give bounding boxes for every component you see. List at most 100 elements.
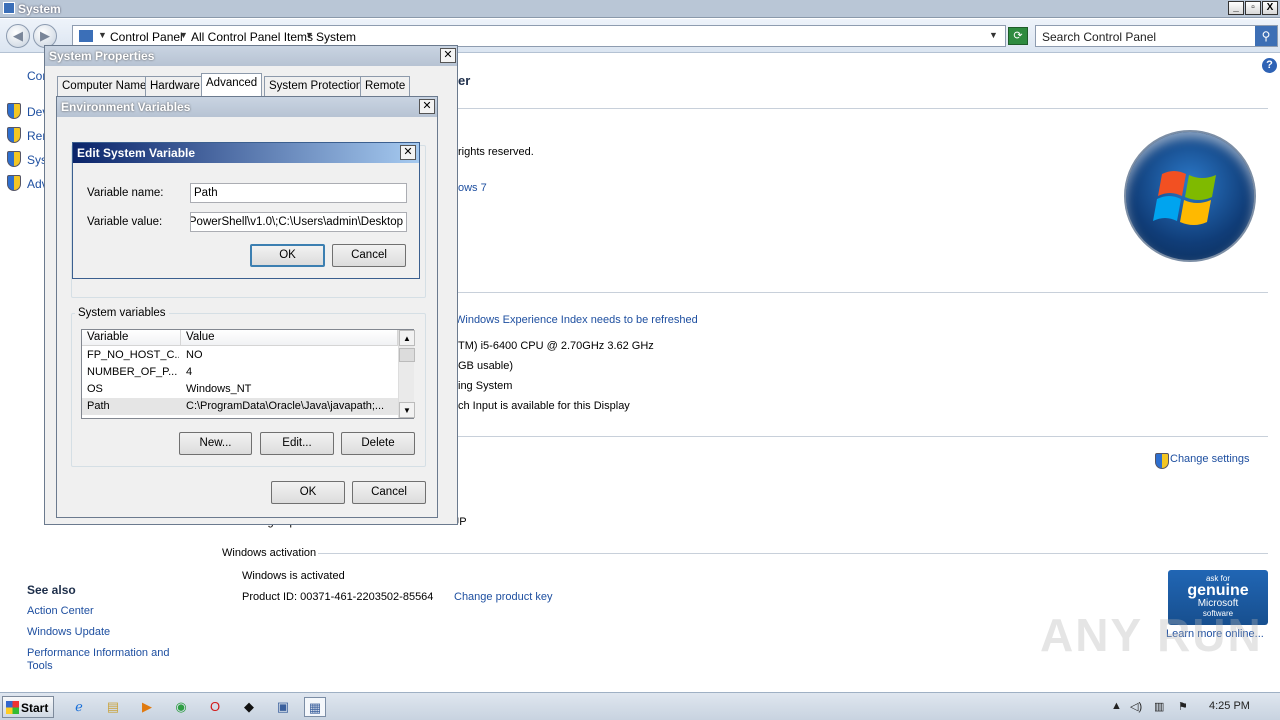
variable-value: Windows_NT <box>186 383 252 395</box>
variable-value-label: Variable value: <box>87 216 163 228</box>
action-center-link[interactable]: Action Center <box>27 605 94 617</box>
tab-advanced[interactable]: Advanced <box>201 73 263 97</box>
system-app-icon <box>3 2 15 14</box>
close-icon[interactable]: ✕ <box>440 48 456 63</box>
breadcrumb-control-panel[interactable]: Control Panel <box>110 30 183 44</box>
variable-name: NUMBER_OF_P... <box>87 366 178 378</box>
start-label: Start <box>21 701 49 715</box>
windows-update-link[interactable]: Windows Update <box>27 626 110 638</box>
divider <box>458 292 1268 293</box>
scroll-down-icon[interactable]: ▼ <box>399 402 415 418</box>
pen-touch-value: ch Input is available for this Display <box>458 400 630 412</box>
close-button[interactable]: X <box>1262 1 1278 15</box>
network-icon[interactable]: ▥ <box>1154 700 1164 713</box>
search-icon[interactable]: ⚲ <box>1255 26 1277 46</box>
refresh-icon[interactable]: ⟳ <box>1008 27 1028 45</box>
search-placeholder: Search Control Panel <box>1042 30 1157 44</box>
package-icon[interactable]: ◆ <box>238 697 260 717</box>
close-icon[interactable]: ✕ <box>419 99 435 114</box>
back-button[interactable]: ◀ <box>6 24 30 48</box>
edit-variable-button[interactable]: Edit... <box>260 432 334 455</box>
show-hidden-icons-icon[interactable]: ▲ <box>1111 700 1122 712</box>
address-bar[interactable]: ▼ Control Panel ▼ All Control Panel Item… <box>72 25 1006 47</box>
address-dropdown-icon[interactable]: ▼ <box>989 30 998 40</box>
vertical-scrollbar[interactable]: ▲ ▼ <box>398 330 415 418</box>
genuine-line2: genuine <box>1187 582 1249 599</box>
dialog-title: System Properties <box>49 49 155 63</box>
start-button[interactable]: Start <box>2 696 54 718</box>
breadcrumb-system[interactable]: System <box>316 30 356 44</box>
clock[interactable]: 4:25 PM <box>1209 700 1250 712</box>
file-explorer-icon[interactable]: ▤ <box>102 697 124 717</box>
internet-explorer-icon[interactable]: ℯ <box>68 697 90 717</box>
product-id: Product ID: 00371-461-2203502-85564 <box>242 591 434 603</box>
chevron-icon[interactable]: ▼ <box>179 30 188 40</box>
scroll-thumb[interactable] <box>399 348 415 362</box>
edit-ok-button[interactable]: OK <box>250 244 325 267</box>
tab-computer-name[interactable]: Computer Name <box>57 76 152 96</box>
memory-value: GB usable) <box>458 360 514 372</box>
change-settings-link[interactable]: Change settings <box>1170 453 1250 465</box>
search-input[interactable]: Search Control Panel ⚲ <box>1035 25 1278 47</box>
dialog-title-bar: Edit System Variable ✕ <box>73 143 419 163</box>
env-ok-button[interactable]: OK <box>271 481 345 504</box>
column-header-value[interactable]: Value <box>181 330 398 346</box>
window-title: System <box>18 2 61 16</box>
minimize-button[interactable]: _ <box>1228 1 1244 15</box>
dialog-title: Environment Variables <box>61 100 191 114</box>
variable-value: 4 <box>186 366 193 378</box>
copyright-text: rights reserved. <box>458 146 534 158</box>
variable-name-field[interactable]: Path <box>190 183 407 203</box>
performance-info-link[interactable]: Performance Information and <box>27 647 169 659</box>
new-variable-button[interactable]: New... <box>179 432 252 455</box>
variable-value-field[interactable]: PowerShell\v1.0\;C:\Users\admin\Desktop\ <box>190 212 407 232</box>
divider <box>318 553 1268 554</box>
table-row-selected[interactable]: Path C:\ProgramData\Oracle\Java\javapath… <box>82 398 398 415</box>
chrome-icon[interactable]: ◉ <box>170 697 192 717</box>
windows-edition: ows 7 <box>458 182 487 194</box>
system-variables-list[interactable]: Variable Value FP_NO_HOST_C... NO NUMBER… <box>81 329 415 419</box>
variable-value: C:\ProgramData\Oracle\Java\javapath;... <box>186 400 385 412</box>
window-title-bar: System _ ▫ X <box>0 0 1280 18</box>
anyrun-watermark: ANY RUN <box>1040 609 1263 661</box>
shield-icon <box>7 175 21 191</box>
experience-index-link[interactable]: Windows Experience Index needs to be ref… <box>455 314 698 326</box>
chevron-icon[interactable]: ▼ <box>98 30 107 40</box>
table-row[interactable]: FP_NO_HOST_C... NO <box>82 347 398 364</box>
help-icon[interactable]: ? <box>1262 58 1277 73</box>
media-player-icon[interactable]: ▶ <box>136 697 158 717</box>
edit-cancel-button[interactable]: Cancel <box>332 244 406 267</box>
volume-icon[interactable]: ◁) <box>1130 700 1142 713</box>
tab-hardware[interactable]: Hardware <box>145 76 205 96</box>
action-center-flag-icon[interactable]: ⚑ <box>1178 700 1188 713</box>
variable-value: NO <box>186 349 203 361</box>
dialog-title: Edit System Variable <box>77 146 196 160</box>
column-header-variable[interactable]: Variable <box>82 330 181 346</box>
system-window-taskbar-icon[interactable]: ▦ <box>304 697 326 717</box>
close-icon[interactable]: ✕ <box>400 145 416 160</box>
variable-name: FP_NO_HOST_C... <box>87 349 179 361</box>
system-type-value: ing System <box>458 380 513 392</box>
maximize-button[interactable]: ▫ <box>1245 1 1261 15</box>
tab-system-protection[interactable]: System Protection <box>264 76 368 96</box>
delete-variable-button[interactable]: Delete <box>341 432 415 455</box>
env-cancel-button[interactable]: Cancel <box>352 481 426 504</box>
activation-status: Windows is activated <box>242 570 345 582</box>
variable-name: Path <box>87 400 110 412</box>
change-product-key-link[interactable]: Change product key <box>454 591 552 603</box>
system-variables-label: System variables <box>75 307 169 319</box>
table-row[interactable]: NUMBER_OF_P... 4 <box>82 364 398 381</box>
table-row[interactable]: OS Windows_NT <box>82 381 398 398</box>
remote-desktop-icon[interactable]: ▣ <box>272 697 294 717</box>
page-heading: er <box>458 73 471 88</box>
chevron-icon[interactable]: ▼ <box>305 30 314 40</box>
opera-icon[interactable]: O <box>204 697 226 717</box>
breadcrumb-all-items[interactable]: All Control Panel Items <box>191 30 313 44</box>
tab-remote[interactable]: Remote <box>360 76 411 96</box>
see-also-title: See also <box>27 583 76 597</box>
performance-info-link-tools[interactable]: Tools <box>27 660 53 672</box>
activation-section-title: Windows activation <box>222 547 317 559</box>
divider <box>458 436 1268 437</box>
scroll-up-icon[interactable]: ▲ <box>399 330 415 346</box>
shield-icon <box>1155 453 1169 469</box>
